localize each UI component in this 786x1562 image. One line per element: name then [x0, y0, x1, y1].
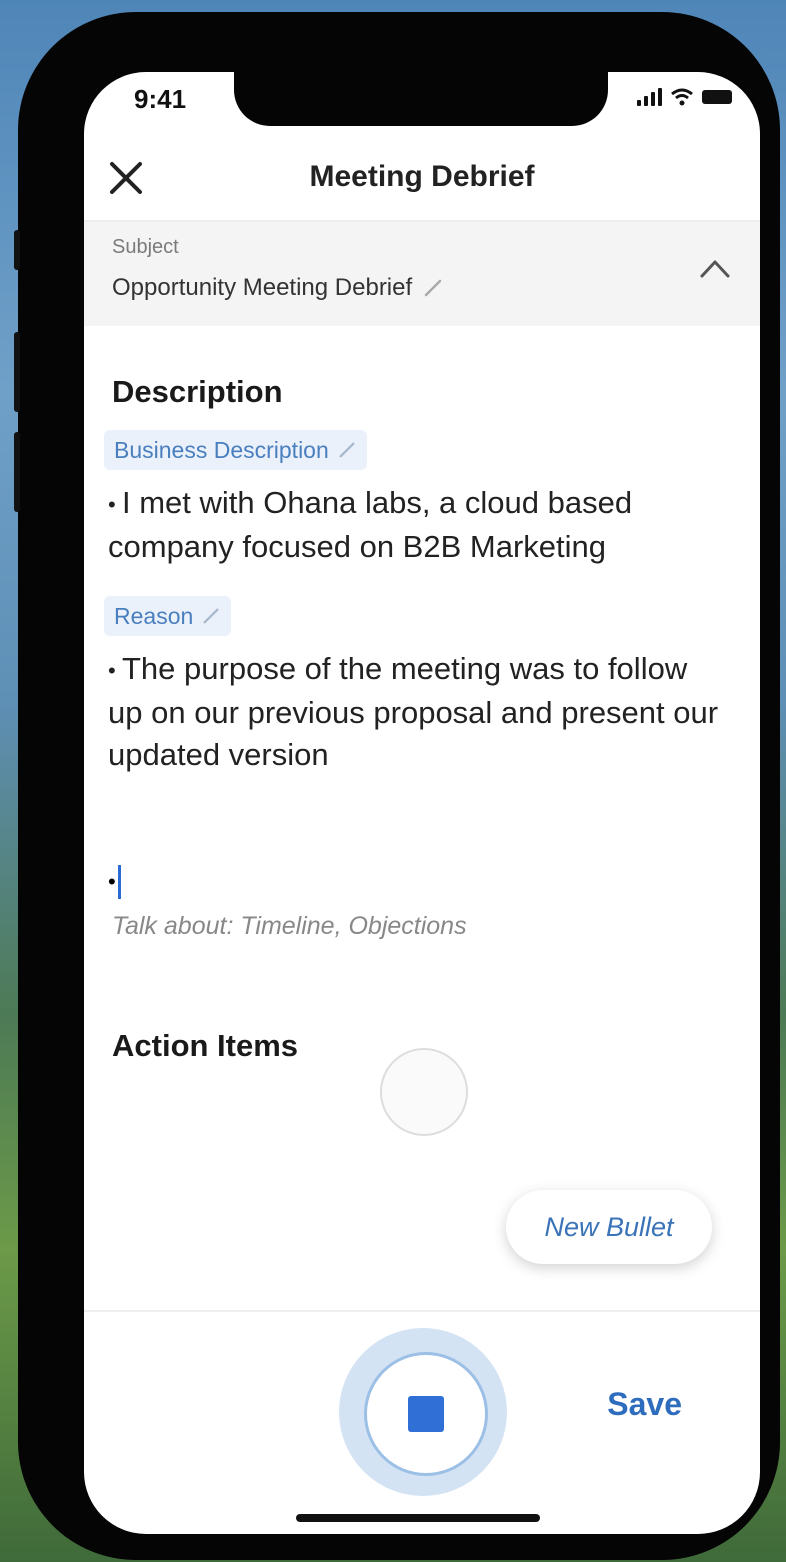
bullet-item[interactable]: • I met with Ohana labs, a cloud based co…: [108, 482, 724, 568]
pencil-icon[interactable]: [337, 440, 357, 460]
tag-label: Reason: [114, 602, 194, 629]
bullet-dot: •: [108, 869, 116, 894]
description-title: Description: [112, 374, 283, 409]
status-icons: [637, 88, 732, 106]
wifi-icon: [671, 88, 693, 106]
chevron-up-icon[interactable]: [698, 256, 732, 280]
bullet-dot: •: [108, 657, 116, 683]
tag-label: Business Description: [114, 436, 329, 463]
bullet-item[interactable]: • The purpose of the meeting was to follo…: [108, 648, 724, 776]
battery-icon: [702, 90, 732, 104]
save-button[interactable]: Save: [607, 1386, 682, 1423]
stop-icon: [408, 1396, 444, 1432]
header: Meeting Debrief: [84, 136, 760, 222]
bullet-dot: •: [108, 491, 116, 517]
tag-business-description[interactable]: Business Description: [104, 430, 367, 470]
mute-switch: [14, 230, 20, 270]
page-title: Meeting Debrief: [309, 160, 535, 193]
new-bullet-button[interactable]: New Bullet: [506, 1190, 712, 1264]
empty-bullet-input[interactable]: •: [108, 862, 121, 902]
subject-label: Subject: [112, 236, 179, 258]
notch: [234, 72, 608, 126]
subject-value: Opportunity Meeting Debrief: [112, 274, 413, 301]
volume-down-button: [14, 432, 20, 512]
prompt-hint: Talk about: Timeline, Objections: [112, 912, 467, 940]
subject-field[interactable]: Opportunity Meeting Debrief: [112, 274, 444, 302]
status-time: 9:41: [134, 84, 187, 114]
bullet-text: The purpose of the meeting was to follow…: [108, 651, 719, 772]
footer-toolbar: Save: [84, 1310, 760, 1534]
pencil-icon[interactable]: [422, 277, 444, 299]
volume-up-button: [14, 332, 20, 412]
stop-recording-button[interactable]: [364, 1352, 488, 1476]
app-screen: 9:41 Meeting Debrief Subject Opportunity…: [84, 72, 760, 1534]
tag-reason[interactable]: Reason: [104, 596, 232, 636]
phone-frame: 9:41 Meeting Debrief Subject Opportunity…: [14, 12, 780, 1560]
subject-card[interactable]: Subject Opportunity Meeting Debrief: [84, 222, 760, 326]
touch-indicator: [380, 1048, 468, 1136]
home-indicator[interactable]: [296, 1514, 540, 1522]
pencil-icon[interactable]: [201, 606, 221, 626]
text-cursor: [118, 865, 121, 899]
bullet-text: I met with Ohana labs, a cloud based com…: [108, 485, 633, 564]
signal-icon: [637, 88, 662, 106]
action-items-title: Action Items: [112, 1028, 299, 1063]
